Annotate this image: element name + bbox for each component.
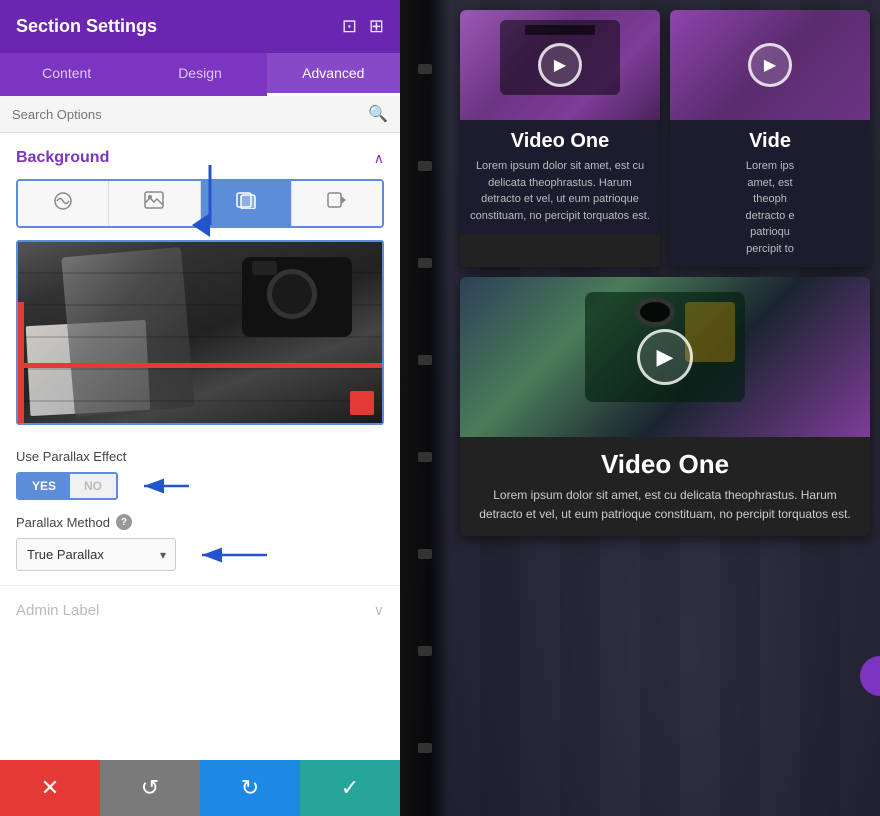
- search-bar: 🔍: [0, 96, 400, 133]
- parallax-toggle: YES NO: [16, 472, 118, 500]
- film-hole: [418, 355, 432, 365]
- film-hole: [418, 646, 432, 656]
- collapse-icon[interactable]: ∧: [374, 150, 384, 167]
- help-icon[interactable]: ?: [116, 514, 132, 530]
- camera-detail-1: [525, 25, 595, 35]
- card-body-1: Video One Lorem ipsum dolor sit amet, es…: [460, 120, 660, 234]
- bg-type-image[interactable]: [109, 181, 200, 226]
- film-hole: [418, 743, 432, 753]
- cards-row-1: ▶ Video One Lorem ipsum dolor sit amet, …: [460, 10, 870, 267]
- slideshow-bg-icon: [235, 191, 257, 209]
- header-icons: ⊡ ⊞: [342, 16, 384, 37]
- panel-header: Section Settings ⊡ ⊞: [0, 0, 400, 53]
- bg-type-slideshow[interactable]: [201, 181, 292, 226]
- bottom-bar: ✕ ↺ ↻ ✓: [0, 760, 400, 816]
- card-thumb-2: ▶: [670, 10, 870, 120]
- film-holes: [410, 20, 440, 796]
- tabs-row: Content Design Advanced: [0, 53, 400, 96]
- play-button-1[interactable]: ▶: [538, 43, 582, 87]
- parallax-effect-field: Use Parallax Effect YES NO: [0, 449, 400, 500]
- arrow-annotation-2: [192, 543, 272, 567]
- bg-type-video[interactable]: [292, 181, 382, 226]
- video-card-1: ▶ Video One Lorem ipsum dolor sit amet, …: [460, 10, 660, 267]
- none-bg-icon: [53, 191, 73, 211]
- parallax-method-label: Parallax Method ?: [16, 514, 384, 530]
- background-title: Background: [16, 149, 109, 167]
- play-icon-bottom: ▶: [657, 344, 674, 370]
- panel-content: Background ∧: [0, 133, 400, 760]
- panel-title: Section Settings: [16, 16, 157, 37]
- section-header: Background ∧: [16, 149, 384, 167]
- card-thumb-1: ▶: [460, 10, 660, 120]
- settings-panel: Section Settings ⊡ ⊞ Content Design Adva…: [0, 0, 400, 816]
- background-section: Background ∧: [0, 133, 400, 449]
- card-body-2: Vide Lorem ipsamet, esttheophdetracto ep…: [670, 120, 870, 267]
- tab-advanced[interactable]: Advanced: [267, 53, 400, 96]
- arrow-annotation-1: [134, 474, 194, 498]
- parallax-toggle-row: YES NO: [16, 472, 384, 500]
- image-preview: [16, 240, 384, 425]
- search-icon: 🔍: [368, 104, 388, 124]
- save-icon: ✓: [341, 775, 359, 801]
- redo-button[interactable]: ↻: [200, 760, 300, 816]
- video-card-bottom: ▶ Video One Lorem ipsum dolor sit amet, …: [460, 277, 870, 536]
- save-button[interactable]: ✓: [300, 760, 400, 816]
- film-hole: [418, 64, 432, 74]
- redo-icon: ↻: [241, 775, 259, 801]
- admin-chevron-icon: ∨: [374, 602, 384, 619]
- tab-content[interactable]: Content: [0, 53, 133, 96]
- red-stripe-horizontal: [18, 363, 382, 368]
- bottom-card-body: Video One Lorem ipsum dolor sit amet, es…: [460, 437, 870, 536]
- film-hole: [418, 161, 432, 171]
- parallax-label: Use Parallax Effect: [16, 449, 384, 464]
- play-icon-1: ▶: [554, 55, 566, 75]
- undo-icon: ↺: [141, 775, 159, 801]
- bg-type-row: [16, 179, 384, 228]
- toggle-no-btn[interactable]: NO: [70, 474, 116, 498]
- toggle-yes-btn[interactable]: YES: [18, 474, 70, 498]
- parallax-method-row: True Parallax CSS Parallax Mouse Paralla…: [16, 538, 384, 571]
- left-dark-strip: [400, 0, 450, 816]
- camera-lens-big: [635, 297, 675, 327]
- camera-lens: [267, 269, 317, 319]
- play-button-bottom[interactable]: ▶: [637, 329, 693, 385]
- image-bg-icon: [144, 191, 164, 209]
- card-title-2: Vide: [680, 130, 860, 152]
- parallax-method-field: Parallax Method ? True Parallax CSS Para…: [0, 514, 400, 571]
- admin-label-section: Admin Label ∨: [0, 585, 400, 635]
- parallax-method-select-wrap: True Parallax CSS Parallax Mouse Paralla…: [16, 538, 176, 571]
- columns-icon[interactable]: ⊞: [369, 16, 384, 37]
- undo-button[interactable]: ↺: [100, 760, 200, 816]
- card-title-1: Video One: [470, 130, 650, 152]
- film-hole: [418, 452, 432, 462]
- layout-icon[interactable]: ⊡: [342, 16, 357, 37]
- video-bg-icon: [327, 191, 347, 209]
- bottom-card-area: ▶ Video One Lorem ipsum dolor sit amet, …: [460, 277, 870, 536]
- camera-body: [242, 257, 352, 337]
- film-hole: [418, 549, 432, 559]
- preview-image: [18, 242, 382, 423]
- preview-panel: ▶ Video One Lorem ipsum dolor sit amet, …: [400, 0, 880, 816]
- video-card-2: ▶ Vide Lorem ipsamet, esttheophdetracto …: [670, 10, 870, 267]
- card-text-2: Lorem ipsamet, esttheophdetracto epatrio…: [680, 158, 860, 257]
- parallax-method-select[interactable]: True Parallax CSS Parallax Mouse Paralla…: [16, 538, 176, 571]
- tab-design[interactable]: Design: [133, 53, 266, 96]
- bg-type-none[interactable]: [18, 181, 109, 226]
- cards-grid: ▶ Video One Lorem ipsum dolor sit amet, …: [450, 0, 880, 546]
- bottom-card-thumb: ▶: [460, 277, 870, 437]
- admin-header[interactable]: Admin Label ∨: [16, 602, 384, 619]
- cancel-icon: ✕: [41, 775, 59, 801]
- bottom-card-text: Lorem ipsum dolor sit amet, est cu delic…: [476, 486, 854, 524]
- search-input[interactable]: [12, 107, 368, 122]
- card-text-1: Lorem ipsum dolor sit amet, est cu delic…: [470, 158, 650, 224]
- admin-title: Admin Label: [16, 602, 99, 619]
- play-button-2[interactable]: ▶: [748, 43, 792, 87]
- cancel-button[interactable]: ✕: [0, 760, 100, 816]
- film-hole: [418, 258, 432, 268]
- bottom-card-title: Video One: [476, 449, 854, 480]
- red-corner: [350, 391, 374, 415]
- camera-top: [252, 261, 277, 275]
- play-icon-2: ▶: [764, 55, 776, 75]
